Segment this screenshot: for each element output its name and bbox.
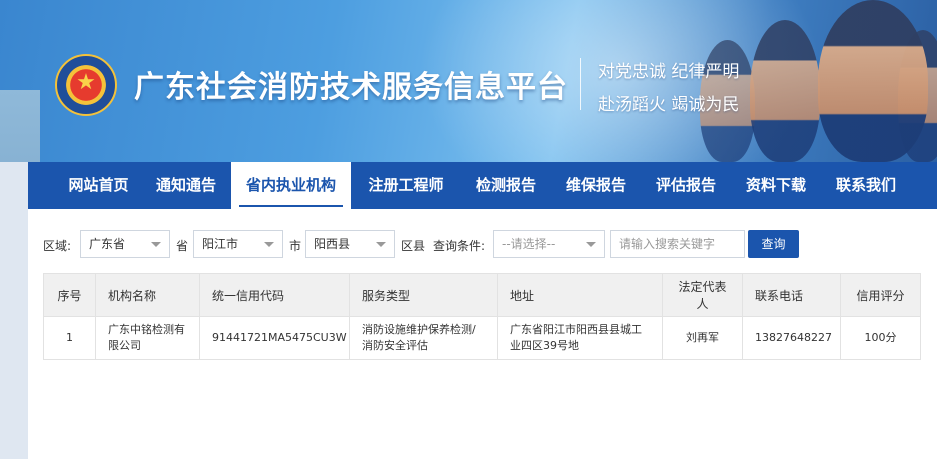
nav-item-notices[interactable]: 通知通告 <box>141 162 231 209</box>
nav-item-institutions[interactable]: 省内执业机构 <box>231 162 351 209</box>
column-header-legal-rep: 法定代表人 <box>662 273 743 317</box>
table-row[interactable]: 1 广东中铭检测有限公司 91441721MA5475CU3W 消防设施维护保养… <box>43 316 921 360</box>
cell-index: 1 <box>43 316 96 360</box>
nav-item-contact[interactable]: 联系我们 <box>821 162 911 209</box>
cell-address: 广东省阳江市阳西县县城工业四区39号地 <box>497 316 663 360</box>
condition-select[interactable]: --请选择-- <box>493 230 605 258</box>
column-header-score: 信用评分 <box>840 273 921 317</box>
county-select[interactable]: 阳西县 <box>305 230 395 258</box>
nav-item-assessment-reports[interactable]: 评估报告 <box>641 162 731 209</box>
site-title: 广东社会消防技术服务信息平台 <box>134 70 568 105</box>
nav-item-downloads[interactable]: 资料下载 <box>731 162 821 209</box>
column-header-index: 序号 <box>43 273 96 317</box>
cell-service-type: 消防设施维护保养检测/消防安全评估 <box>349 316 498 360</box>
city-background-image <box>0 90 40 162</box>
cell-legal-rep: 刘再军 <box>662 316 743 360</box>
nav-item-engineers[interactable]: 注册工程师 <box>351 162 461 209</box>
chevron-down-icon <box>586 242 596 247</box>
condition-select-value: --请选择-- <box>502 237 556 251</box>
city-suffix-label: 市 <box>289 239 302 253</box>
nav-item-test-reports[interactable]: 检测报告 <box>461 162 551 209</box>
column-header-credit-code: 统一信用代码 <box>199 273 350 317</box>
county-suffix-label: 区县 <box>401 239 426 253</box>
condition-label: 查询条件: <box>433 239 486 253</box>
slogan-line-2: 赴汤蹈火 竭诚为民 <box>598 95 740 115</box>
header-banner: ★ 广东社会消防技术服务信息平台 对党忠诚 纪律严明 赴汤蹈火 竭诚为民 <box>0 0 937 162</box>
cell-name: 广东中铭检测有限公司 <box>95 316 200 360</box>
institution-table: 序号 机构名称 统一信用代码 服务类型 地址 法定代表人 联系电话 信用评分 1… <box>43 273 921 360</box>
cell-phone: 13827648227 <box>742 316 841 360</box>
county-select-value: 阳西县 <box>314 237 351 251</box>
column-header-address: 地址 <box>497 273 663 317</box>
region-label: 区域: <box>43 239 72 253</box>
province-select-value: 广东省 <box>89 237 126 251</box>
chevron-down-icon <box>376 242 386 247</box>
slogan-line-1: 对党忠诚 纪律严明 <box>598 62 740 82</box>
column-header-service-type: 服务类型 <box>349 273 498 317</box>
search-filters: 区域: 广东省 省 阳江市 市 阳西县 区县 查询条件: --请选择-- 查询 <box>28 209 937 269</box>
chevron-down-icon <box>264 242 274 247</box>
city-select-value: 阳江市 <box>202 237 239 251</box>
firefighter-figure <box>818 0 928 162</box>
nav-item-home[interactable]: 网站首页 <box>56 162 141 209</box>
cell-score: 100分 <box>840 316 921 360</box>
fire-rescue-emblem-logo[interactable]: ★ <box>55 54 117 116</box>
firefighter-figure <box>750 20 820 162</box>
column-header-phone: 联系电话 <box>742 273 841 317</box>
column-header-name: 机构名称 <box>95 273 200 317</box>
table-header-row: 序号 机构名称 统一信用代码 服务类型 地址 法定代表人 联系电话 信用评分 <box>43 273 921 317</box>
star-icon: ★ <box>76 70 96 95</box>
nav-item-maintenance-reports[interactable]: 维保报告 <box>551 162 641 209</box>
chevron-down-icon <box>151 242 161 247</box>
city-select[interactable]: 阳江市 <box>193 230 283 258</box>
main-content: 区域: 广东省 省 阳江市 市 阳西县 区县 查询条件: --请选择-- 查询 <box>28 209 937 459</box>
header-divider <box>580 58 581 110</box>
province-select[interactable]: 广东省 <box>80 230 170 258</box>
province-suffix-label: 省 <box>176 239 189 253</box>
cell-credit-code: 91441721MA5475CU3W <box>199 316 350 360</box>
main-nav: 网站首页 通知通告 省内执业机构 注册工程师 检测报告 维保报告 评估报告 资料… <box>28 162 937 209</box>
search-button[interactable]: 查询 <box>748 230 799 258</box>
search-input[interactable] <box>610 230 745 258</box>
